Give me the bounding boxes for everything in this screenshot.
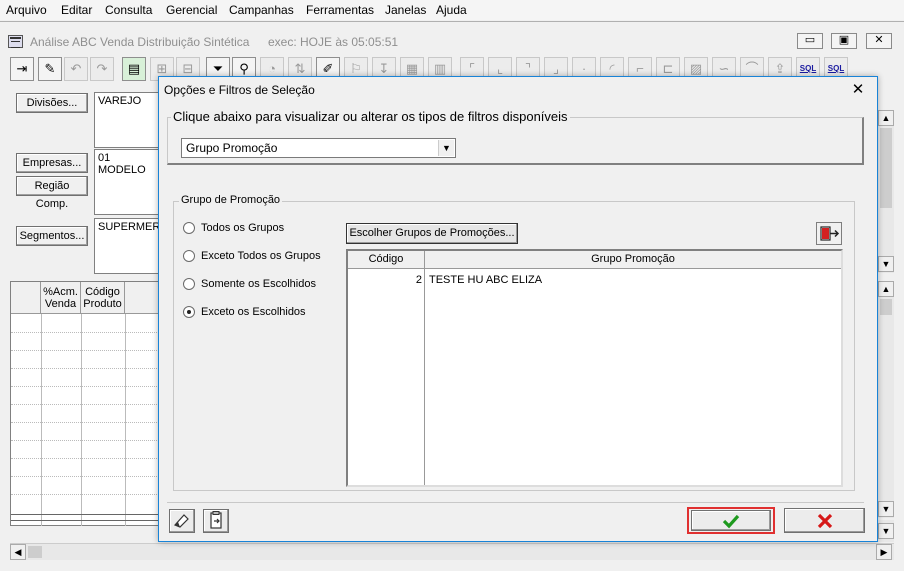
grid-total-line xyxy=(11,520,161,521)
grid-scrollbar[interactable]: ▲ ▼ xyxy=(877,281,894,518)
radio-circle[interactable] xyxy=(183,306,195,318)
grid-total-line xyxy=(11,514,161,515)
grid-line xyxy=(11,404,161,405)
check-icon xyxy=(722,514,740,529)
menu-editar[interactable]: Editar xyxy=(61,3,92,17)
x-icon xyxy=(817,513,832,529)
grid-line xyxy=(11,422,161,423)
list-divider xyxy=(424,269,425,485)
scroll-down-icon[interactable]: ▼ xyxy=(878,256,894,272)
segmentos-value: SUPERMER xyxy=(94,218,164,274)
list-row-grupo[interactable]: TESTE HU ABC ELIZA xyxy=(429,274,542,286)
ok-button[interactable] xyxy=(691,510,771,531)
list-header-grupo-promocao[interactable]: Grupo Promoção xyxy=(425,251,841,269)
empresas-value: 01 MODELO xyxy=(94,149,164,215)
radio-label: Exceto Todos os Grupos xyxy=(201,250,321,262)
dialog-title: Opções e Filtros de Seleção xyxy=(164,83,315,97)
cancel-button[interactable] xyxy=(784,508,865,533)
chevron-down-icon[interactable]: ▼ xyxy=(438,140,454,156)
minimize-button[interactable]: ▭ xyxy=(797,33,823,49)
options-dialog: Opções e Filtros de Seleção ✕ Clique aba… xyxy=(158,76,878,542)
menu-gerencial[interactable]: Gerencial xyxy=(166,3,217,17)
regiao-comp-button[interactable]: Região Comp. xyxy=(16,176,88,210)
scroll-right-icon[interactable]: ▶ xyxy=(876,544,892,560)
promo-group-legend: Grupo de Promoção xyxy=(179,194,283,206)
scroll-thumb[interactable] xyxy=(28,546,42,558)
scroll-down-icon[interactable]: ▼ xyxy=(878,523,894,539)
redo-icon[interactable]: ↷ xyxy=(90,57,114,81)
menu-janelas[interactable]: Janelas xyxy=(385,3,426,17)
grid-line xyxy=(11,458,161,459)
window-icon xyxy=(8,35,23,48)
filter-type-value: Grupo Promoção xyxy=(186,141,278,155)
eraser-icon[interactable] xyxy=(169,509,195,533)
radio-label: Todos os Grupos xyxy=(201,222,285,234)
scroll-down-icon[interactable]: ▼ xyxy=(878,501,894,517)
divisoes-button[interactable]: Divisões... xyxy=(16,93,88,113)
radio-circle[interactable] xyxy=(183,278,195,290)
menu-bar: Arquivo Editar Consulta Gerencial Campan… xyxy=(0,0,904,20)
empresas-button[interactable]: Empresas... xyxy=(16,153,88,173)
menu-consulta[interactable]: Consulta xyxy=(105,3,152,17)
horizontal-scrollbar[interactable]: ◀ ▶ xyxy=(10,543,894,560)
child-title-text: Análise ABC Venda Distribuição Sintética xyxy=(30,35,250,49)
grid-line xyxy=(11,332,161,333)
scroll-up-icon[interactable]: ▲ xyxy=(878,281,894,297)
grid-header-codigo-produto[interactable]: Código Produto xyxy=(81,282,125,314)
filter-type-select[interactable]: Grupo Promoção ▼ xyxy=(181,138,456,158)
data-grid[interactable]: %Acm. Venda Código Produto xyxy=(10,281,161,526)
divisoes-value: VAREJO xyxy=(94,92,164,148)
upper-scrollbar[interactable]: ▲ ▼ xyxy=(877,110,894,273)
menu-ajuda[interactable]: Ajuda xyxy=(436,3,467,17)
grid-row-header xyxy=(11,282,41,314)
grid-line xyxy=(11,368,161,369)
grid-line xyxy=(11,476,161,477)
report-icon[interactable]: ▤ xyxy=(122,57,146,81)
dialog-close-icon[interactable]: ✕ xyxy=(847,80,869,100)
scroll-left-icon[interactable]: ◀ xyxy=(10,544,26,560)
grid-header-blank xyxy=(125,282,161,314)
radio-label: Somente os Escolhidos xyxy=(201,278,316,290)
eraser-icon[interactable]: ✎ xyxy=(38,57,62,81)
radio-label: Exceto os Escolhidos xyxy=(201,306,306,318)
close-child-button[interactable]: ✕ xyxy=(866,33,892,49)
radio-circle[interactable] xyxy=(183,250,195,262)
footer-divider xyxy=(167,502,864,503)
child-exec-text: exec: HOJE às 05:05:51 xyxy=(268,35,399,49)
scroll-thumb[interactable] xyxy=(880,128,892,208)
choose-promotion-groups-button[interactable]: Escolher Grupos de Promoções... xyxy=(346,223,518,244)
radio-circle[interactable] xyxy=(183,222,195,234)
list-row-codigo[interactable]: 2 xyxy=(348,274,422,286)
menu-ferramentas[interactable]: Ferramentas xyxy=(306,3,374,17)
filter-type-legend: Clique abaixo para visualizar ou alterar… xyxy=(171,109,570,124)
list-header-codigo[interactable]: Código xyxy=(348,251,425,269)
grid-line xyxy=(11,350,161,351)
exit-door-icon[interactable] xyxy=(816,222,842,245)
small-scrollbar[interactable]: ▼ xyxy=(877,520,894,542)
segmentos-button[interactable]: Segmentos... xyxy=(16,226,88,246)
undo-icon[interactable]: ↶ xyxy=(64,57,88,81)
restore-button[interactable]: ▣ xyxy=(831,33,857,49)
grid-line xyxy=(11,386,161,387)
menu-campanhas[interactable]: Campanhas xyxy=(229,3,294,17)
exit-icon[interactable]: ⇥ xyxy=(10,57,34,81)
grid-header-acm-venda[interactable]: %Acm. Venda xyxy=(41,282,81,314)
grid-line xyxy=(11,494,161,495)
promotion-groups-list[interactable]: Código Grupo Promoção 2 TESTE HU ABC ELI… xyxy=(346,249,843,487)
menu-arquivo[interactable]: Arquivo xyxy=(6,3,47,17)
scroll-thumb[interactable] xyxy=(880,299,892,315)
grid-line xyxy=(11,440,161,441)
scroll-up-icon[interactable]: ▲ xyxy=(878,110,894,126)
clipboard-icon[interactable] xyxy=(203,509,229,533)
